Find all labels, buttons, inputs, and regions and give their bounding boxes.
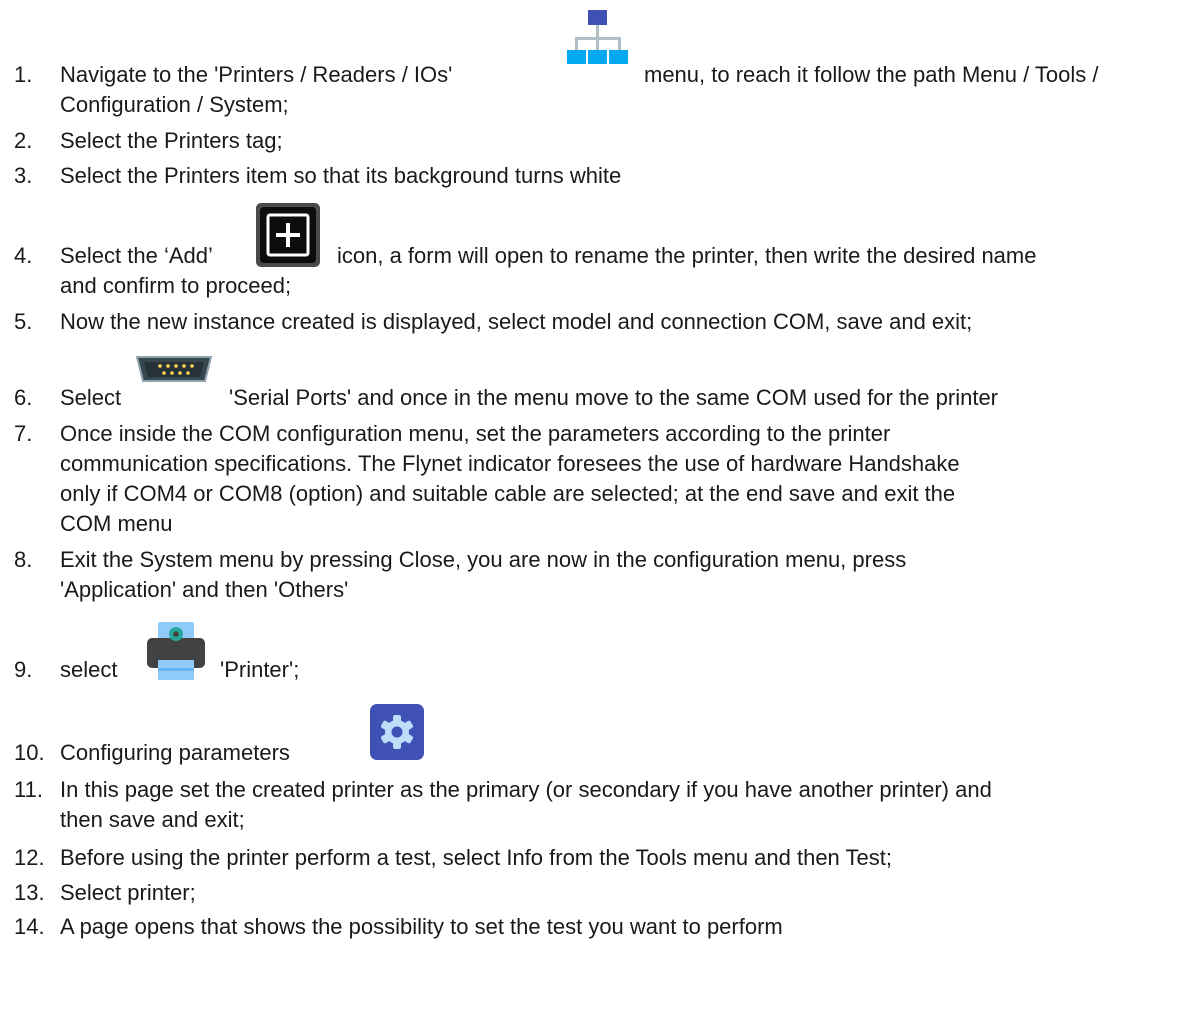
step-text: Before using the printer perform a test,… (60, 845, 892, 870)
step-number: 1. (14, 62, 33, 87)
step-text-continued: menu, to reach it follow the path Menu /… (644, 62, 1099, 87)
step-number: 12. (14, 845, 45, 870)
step-text: Select the ‘Add’ (60, 243, 213, 268)
step-text: Now the new instance created is displaye… (60, 309, 973, 334)
step-text: select (60, 657, 118, 682)
step-number: 8. (14, 547, 33, 572)
step-number: 10. (14, 740, 45, 765)
step-number: 4. (14, 243, 33, 268)
step-text: COM menu (60, 511, 173, 536)
printer-settings-icon (147, 622, 205, 680)
step-number: 6. (14, 385, 33, 410)
serial-port-icon (135, 356, 213, 382)
step-number: 11. (14, 777, 43, 802)
step-text: then save and exit; (60, 807, 245, 832)
step-text-continued: icon, a form will open to rename the pri… (337, 243, 1037, 268)
step-text: A page opens that shows the possibility … (60, 914, 783, 939)
step-number: 9. (14, 657, 33, 682)
network-hierarchy-icon (567, 10, 628, 64)
step-text: Select (60, 385, 122, 410)
step-text-line2: and confirm to proceed; (60, 273, 292, 298)
step-number: 3. (14, 163, 33, 188)
step-text: In this page set the created printer as … (60, 777, 992, 802)
step-number: 2. (14, 128, 33, 153)
step-text: 'Application' and then 'Others' (60, 577, 349, 602)
gear-settings-icon (370, 704, 424, 760)
step-number: 13. (14, 880, 45, 905)
step-text-line2: Configuration / System; (60, 92, 289, 117)
step-number: 5. (14, 309, 33, 334)
step-text: Exit the System menu by pressing Close, … (60, 547, 907, 572)
step-text: Select printer; (60, 880, 196, 905)
step-number: 7. (14, 421, 33, 446)
step-text: Navigate to the 'Printers / Readers / IO… (60, 62, 453, 87)
step-number: 14. (14, 914, 45, 939)
step-text-continued: 'Serial Ports' and once in the menu move… (229, 385, 999, 410)
step-text: communication specifications. The Flynet… (60, 451, 960, 476)
step-text: Select the Printers tag; (60, 128, 283, 153)
add-box-icon (256, 203, 320, 267)
step-text: Once inside the COM configuration menu, … (60, 421, 891, 446)
step-text: only if COM4 or COM8 (option) and suitab… (60, 481, 956, 506)
step-text: Select the Printers item so that its bac… (60, 163, 622, 188)
step-text: Configuring parameters (60, 740, 290, 765)
step-text-continued: 'Printer'; (220, 657, 300, 682)
